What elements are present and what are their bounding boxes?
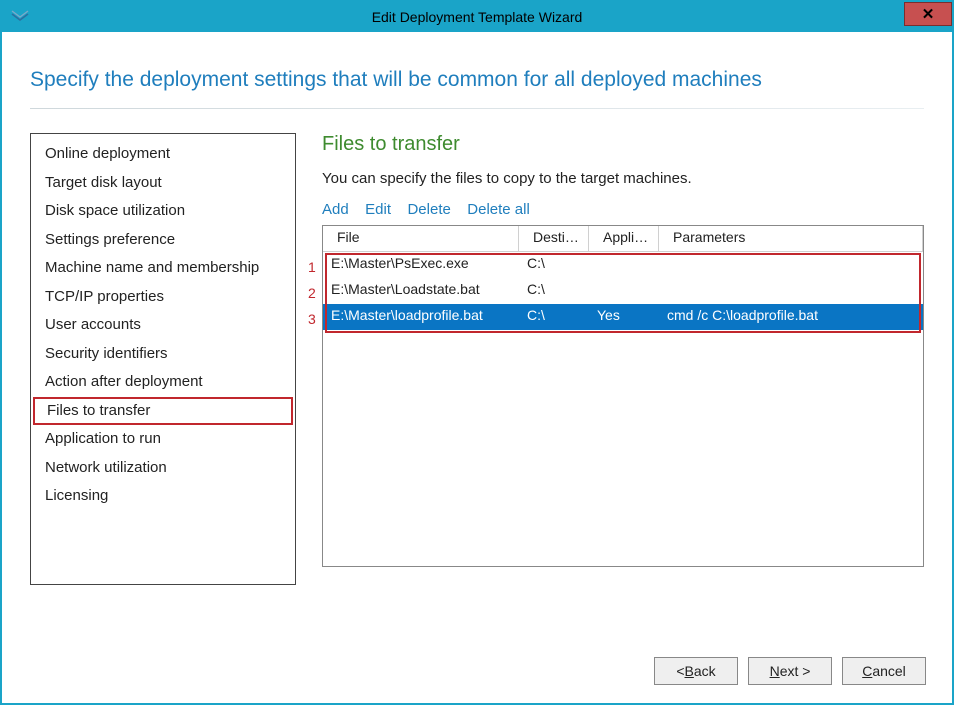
- files-table[interactable]: File Destin… Applic… Parameters E:\Maste…: [322, 225, 924, 567]
- sidebar-item[interactable]: Files to transfer: [33, 397, 293, 426]
- cell-application: [589, 278, 659, 304]
- sidebar-item[interactable]: User accounts: [31, 311, 295, 340]
- cell-destination: C:\: [519, 304, 589, 330]
- cell-file: E:\Master\PsExec.exe: [323, 252, 519, 278]
- next-button[interactable]: Next >: [748, 657, 832, 685]
- body: Online deploymentTarget disk layoutDisk …: [30, 133, 924, 585]
- sidebar-item[interactable]: TCP/IP properties: [31, 283, 295, 312]
- divider: [30, 108, 924, 109]
- section-description: You can specify the files to copy to the…: [322, 170, 924, 187]
- col-application[interactable]: Applic…: [589, 226, 659, 251]
- table-actions: Add Edit Delete Delete all: [322, 201, 924, 219]
- cancel-label-rest: ancel: [872, 663, 905, 679]
- wizard-steps-sidebar: Online deploymentTarget disk layoutDisk …: [30, 133, 296, 585]
- wizard-window: Edit Deployment Template Wizard ✕ Specif…: [0, 0, 954, 705]
- add-link[interactable]: Add: [322, 201, 349, 218]
- titlebar: Edit Deployment Template Wizard ✕: [2, 2, 952, 32]
- sidebar-item[interactable]: Security identifiers: [31, 340, 295, 369]
- table-header: File Destin… Applic… Parameters: [323, 226, 923, 252]
- next-label-rest: ext >: [780, 663, 811, 679]
- sidebar-item[interactable]: Machine name and membership: [31, 254, 295, 283]
- next-label-ul: N: [770, 663, 780, 679]
- cell-file: E:\Master\Loadstate.bat: [323, 278, 519, 304]
- cell-destination: C:\: [519, 278, 589, 304]
- sidebar-item[interactable]: Target disk layout: [31, 169, 295, 198]
- table-wrap: 123 File Destin… Applic… Parameters E:\M…: [322, 225, 924, 567]
- content-area: Specify the deployment settings that wil…: [2, 32, 952, 585]
- close-button[interactable]: ✕: [904, 2, 952, 26]
- cancel-label-ul: C: [862, 663, 872, 679]
- back-label-ul: B: [685, 663, 694, 679]
- window-title: Edit Deployment Template Wizard: [372, 9, 583, 25]
- row-number-annotations: 123: [308, 254, 316, 332]
- col-parameters[interactable]: Parameters: [659, 226, 923, 251]
- main-panel: Files to transfer You can specify the fi…: [322, 133, 924, 585]
- back-label-prefix: <: [676, 663, 684, 679]
- sidebar-item[interactable]: Settings preference: [31, 226, 295, 255]
- sidebar-item[interactable]: Licensing: [31, 482, 295, 511]
- app-icon: [10, 9, 30, 23]
- row-number: 1: [308, 254, 316, 280]
- cell-parameters: cmd /c C:\loadprofile.bat: [659, 304, 923, 330]
- sidebar-item[interactable]: Application to run: [31, 425, 295, 454]
- sidebar-item[interactable]: Action after deployment: [31, 368, 295, 397]
- cell-file: E:\Master\loadprofile.bat: [323, 304, 519, 330]
- cell-application: Yes: [589, 304, 659, 330]
- cell-parameters: [659, 252, 923, 278]
- row-number: 2: [308, 280, 316, 306]
- cancel-button[interactable]: Cancel: [842, 657, 926, 685]
- section-title: Files to transfer: [322, 133, 924, 156]
- table-body: E:\Master\PsExec.exeC:\E:\Master\Loadsta…: [323, 252, 923, 330]
- page-heading: Specify the deployment settings that wil…: [30, 54, 924, 108]
- delete-link[interactable]: Delete: [407, 201, 450, 218]
- sidebar-item[interactable]: Online deployment: [31, 140, 295, 169]
- table-row[interactable]: E:\Master\PsExec.exeC:\: [323, 252, 923, 278]
- edit-link[interactable]: Edit: [365, 201, 391, 218]
- back-label-rest: ack: [694, 663, 716, 679]
- cell-destination: C:\: [519, 252, 589, 278]
- cell-application: [589, 252, 659, 278]
- sidebar-item[interactable]: Disk space utilization: [31, 197, 295, 226]
- back-button[interactable]: < Back: [654, 657, 738, 685]
- col-destination[interactable]: Destin…: [519, 226, 589, 251]
- cell-parameters: [659, 278, 923, 304]
- sidebar-item[interactable]: Network utilization: [31, 454, 295, 483]
- table-row[interactable]: E:\Master\loadprofile.batC:\Yescmd /c C:…: [323, 304, 923, 330]
- wizard-footer: < Back Next > Cancel: [654, 657, 926, 685]
- col-file[interactable]: File: [323, 226, 519, 251]
- close-icon: ✕: [922, 5, 935, 23]
- row-number: 3: [308, 306, 316, 332]
- table-row[interactable]: E:\Master\Loadstate.batC:\: [323, 278, 923, 304]
- delete-all-link[interactable]: Delete all: [467, 201, 530, 218]
